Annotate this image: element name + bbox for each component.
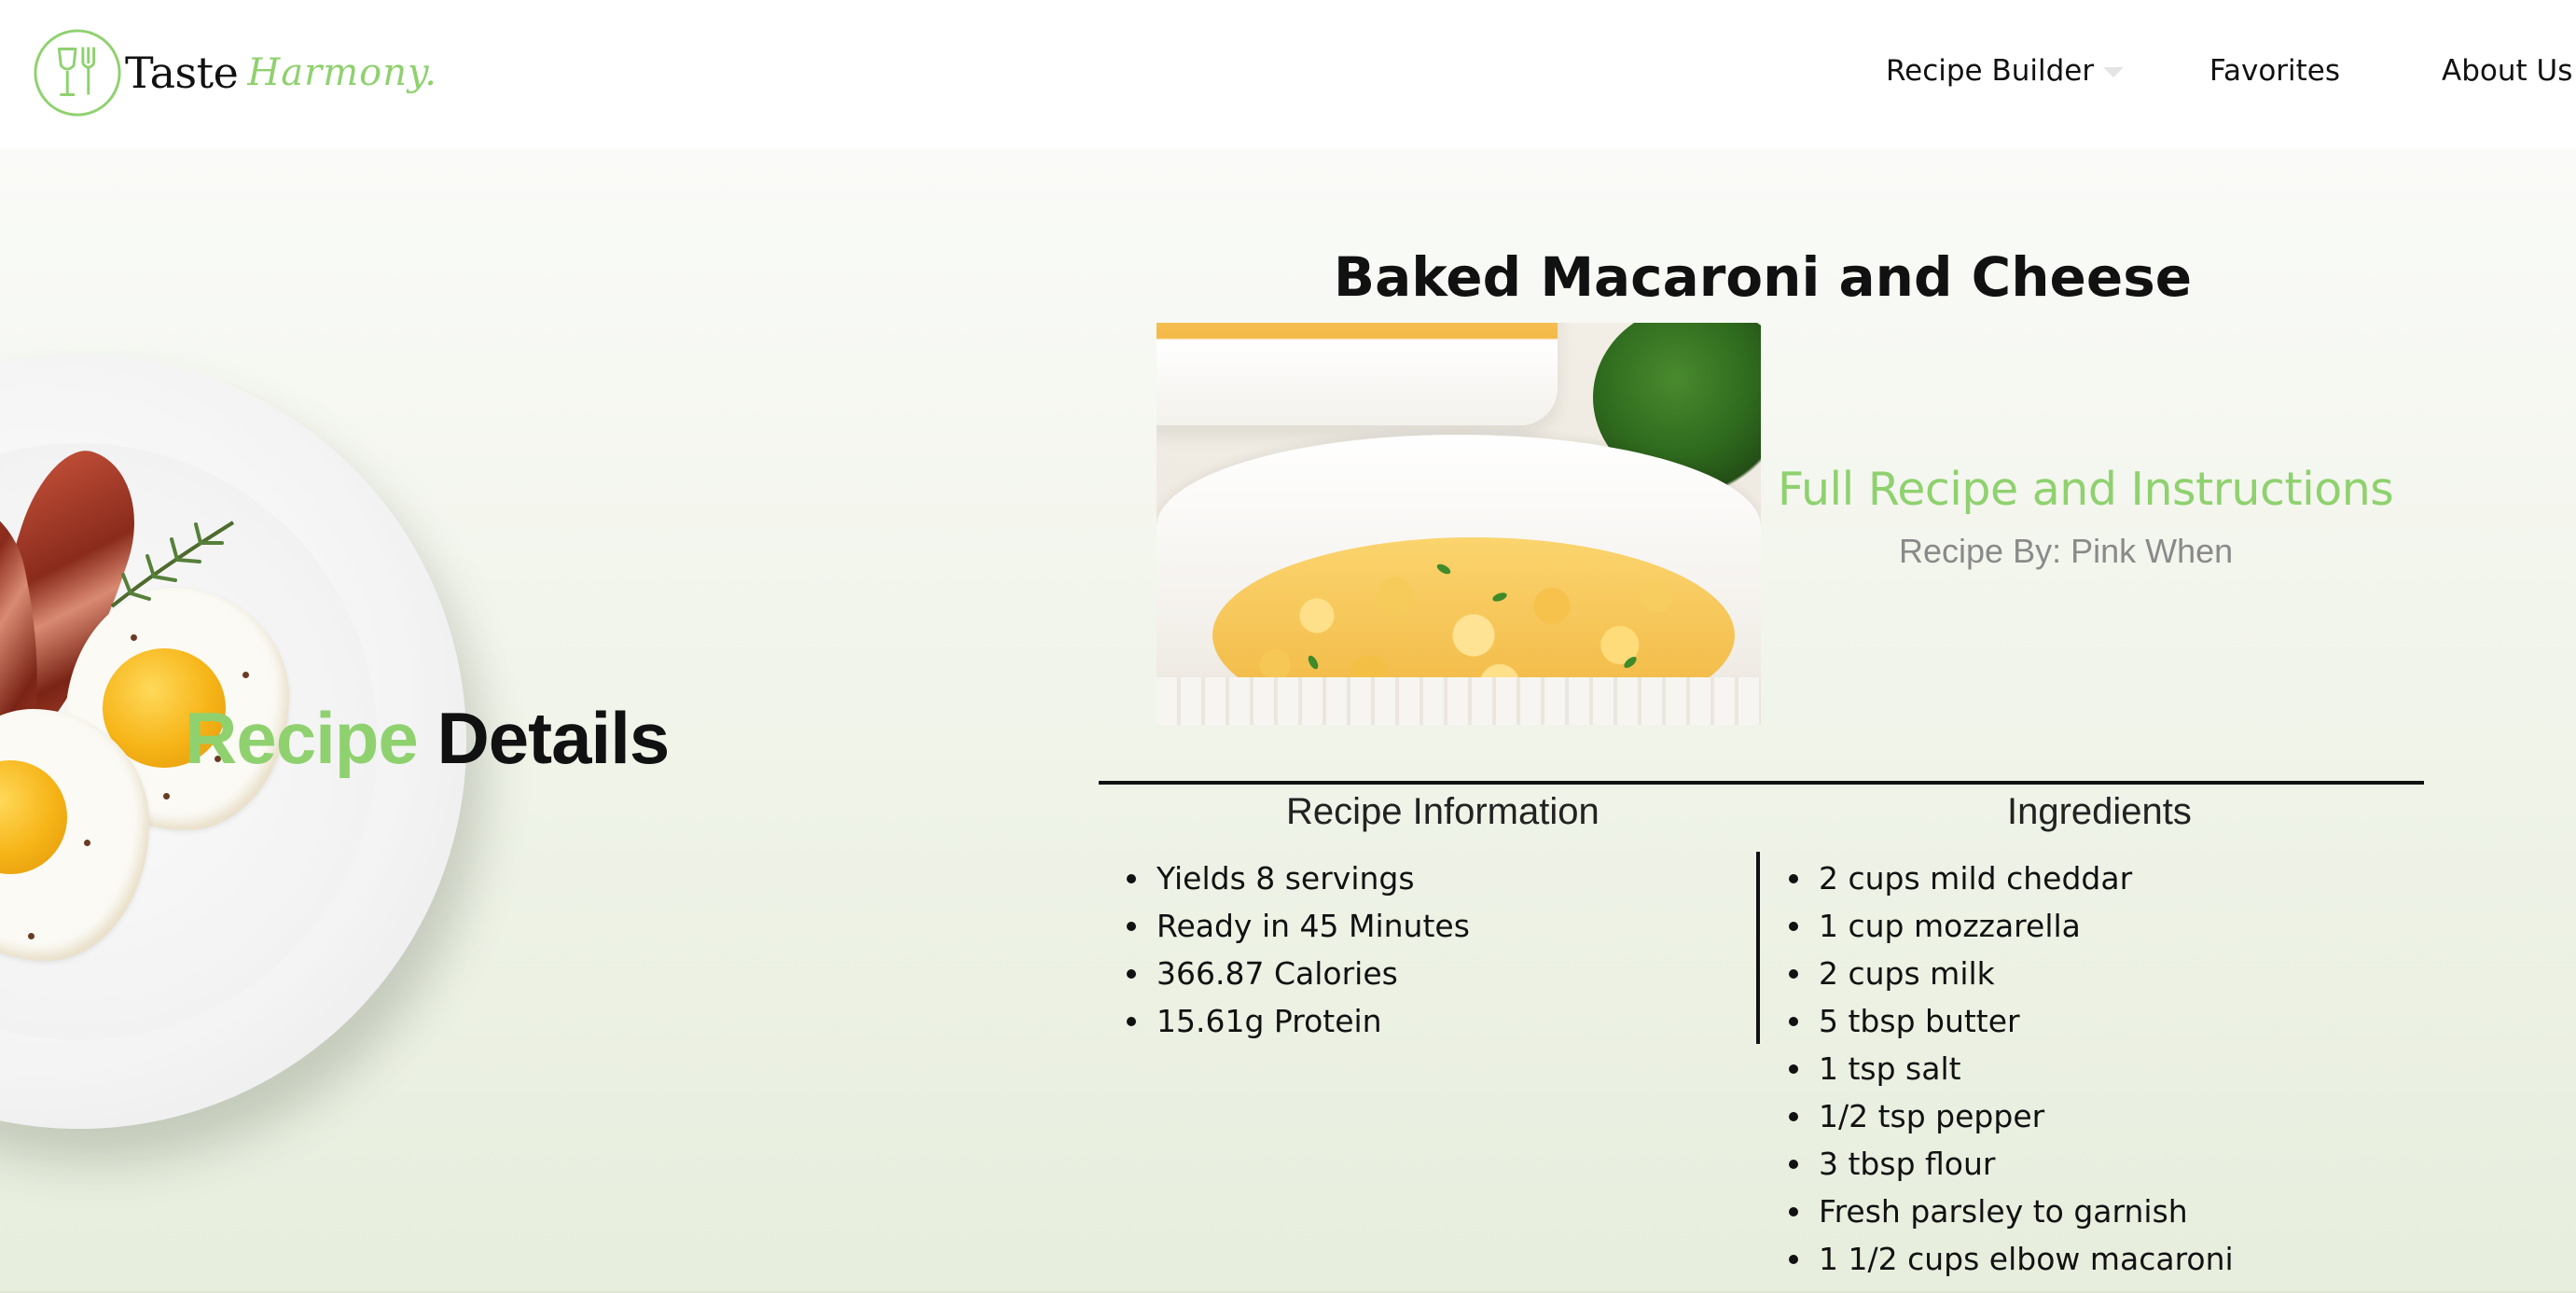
list-item: 1 1/2 cups elbow macaroni <box>1787 1235 2234 1283</box>
page-heading-rest: Details <box>436 697 670 779</box>
chevron-down-icon[interactable] <box>2103 67 2124 77</box>
breakfast-plate-image <box>0 355 466 1250</box>
recipe-title: Baked Macaroni and Cheese <box>1333 245 2193 309</box>
nav-about-us[interactable]: About Us <box>2442 54 2572 88</box>
page-heading-accent: Recipe <box>185 697 419 779</box>
pepper-fleck <box>131 634 137 641</box>
list-item: Fresh parsley to garnish <box>1787 1188 2234 1235</box>
nav-favorites[interactable]: Favorites <box>2209 54 2340 88</box>
recipe-photo <box>1156 323 1761 725</box>
glass-fork-logo-icon <box>34 29 121 117</box>
list-item: 5 tbsp butter <box>1787 997 2234 1045</box>
baking-dish <box>1156 323 1558 425</box>
recipe-author: Recipe By: Pink When <box>1899 532 2234 570</box>
pepper-fleck <box>28 933 35 939</box>
list-item: 1 tsp salt <box>1787 1045 2234 1092</box>
recipe-information-list: Yields 8 servings Ready in 45 Minutes 36… <box>1125 855 1470 1045</box>
list-item: 366.87 Calories <box>1125 950 1470 997</box>
page-heading: Recipe Details <box>185 702 670 774</box>
ingredients-list: 2 cups mild cheddar 1 cup mozzarella 2 c… <box>1787 855 2234 1283</box>
pepper-fleck <box>242 672 249 678</box>
column-divider <box>1756 852 1760 1044</box>
list-item: 1 cup mozzarella <box>1787 902 2234 950</box>
list-item: 15.61g Protein <box>1125 997 1470 1045</box>
pepper-fleck <box>84 840 90 846</box>
site-logo[interactable]: Taste Harmony. <box>32 24 437 121</box>
recipe-information-heading: Recipe Information <box>1286 791 1600 832</box>
ramekin-ridges <box>1156 677 1761 725</box>
pepper-fleck <box>163 793 170 799</box>
list-item: 2 cups milk <box>1787 950 2234 997</box>
list-item: Ready in 45 Minutes <box>1125 902 1470 950</box>
full-recipe-link[interactable]: Full Recipe and Instructions <box>1778 463 2394 516</box>
list-item: 3 tbsp flour <box>1787 1140 2234 1188</box>
main-content: Recipe Details Baked Macaroni and Cheese… <box>0 149 2576 1293</box>
list-item: Yields 8 servings <box>1125 855 1470 902</box>
nav-recipe-builder[interactable]: Recipe Builder <box>1886 54 2094 88</box>
list-item: 2 cups mild cheddar <box>1787 855 2234 902</box>
ramekin-bowl <box>1156 435 1761 725</box>
section-divider <box>1099 781 2424 785</box>
logo-word-taste: Taste <box>125 48 239 98</box>
ingredients-heading: Ingredients <box>2007 791 2192 832</box>
rosemary-sprig-icon <box>110 521 235 608</box>
logo-word-harmony: Harmony. <box>247 51 437 94</box>
site-header: Taste Harmony. Recipe Builder Favorites … <box>0 0 2576 149</box>
list-item: 1/2 tsp pepper <box>1787 1092 2234 1140</box>
